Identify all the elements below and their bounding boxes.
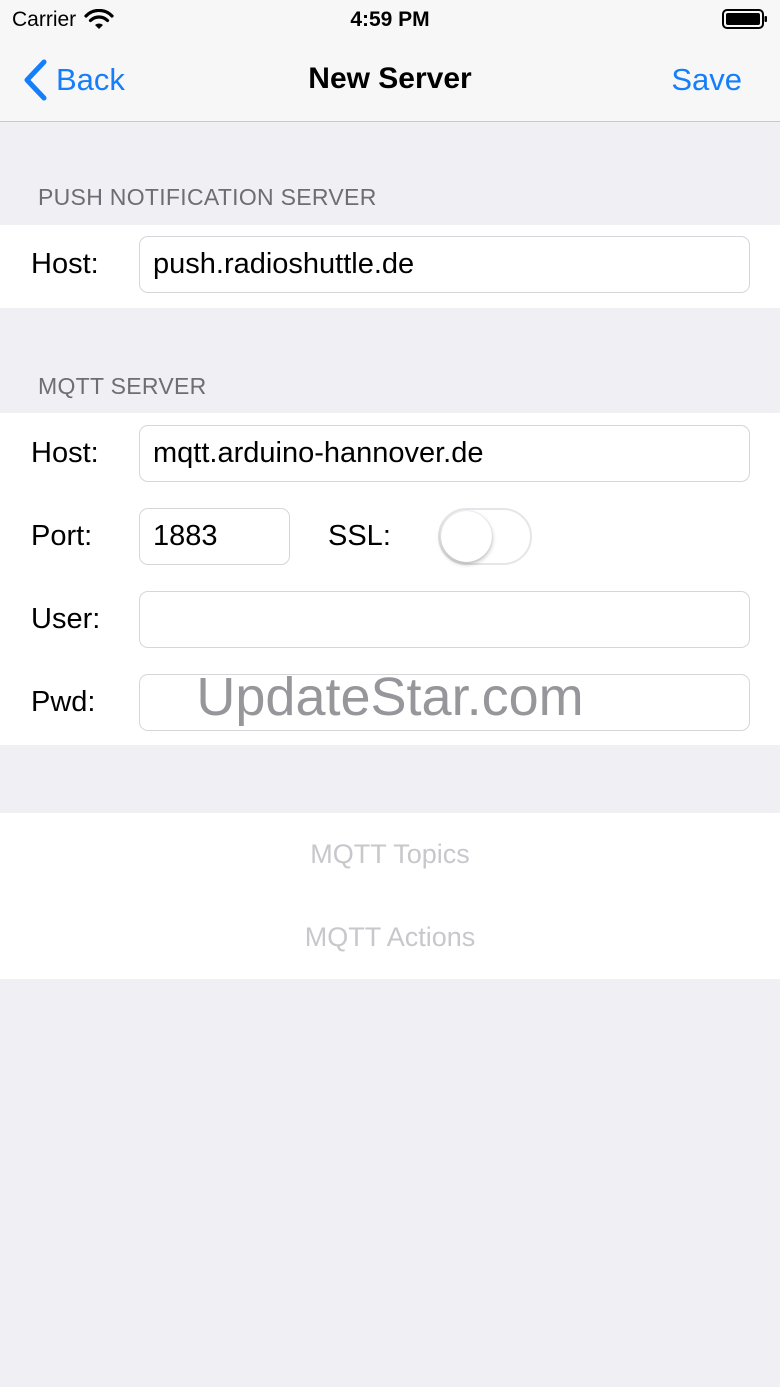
- mqtt-server-group: Host: Port: SSL: User: Pwd:: [0, 413, 780, 745]
- mqtt-pwd-label: Pwd:: [31, 686, 96, 718]
- save-button[interactable]: Save: [671, 62, 742, 98]
- mqtt-topics-button[interactable]: MQTT Topics: [0, 813, 780, 896]
- mqtt-actions-button[interactable]: MQTT Actions: [0, 896, 780, 979]
- ssl-label: SSL:: [328, 520, 391, 552]
- ssl-toggle[interactable]: [438, 508, 532, 565]
- mqtt-section-header: MQTT SERVER: [38, 373, 207, 399]
- status-time: 4:59 PM: [350, 8, 430, 31]
- mqtt-port-label: Port:: [31, 520, 93, 552]
- mqtt-host-input[interactable]: [139, 425, 750, 482]
- mqtt-port-input[interactable]: [139, 508, 290, 565]
- mqtt-user-input[interactable]: [139, 591, 750, 648]
- push-host-input[interactable]: [139, 236, 750, 293]
- navigation-bar: Back New Server Save: [0, 40, 780, 122]
- mqtt-host-label: Host:: [31, 437, 99, 469]
- status-bar: Carrier 4:59 PM: [0, 0, 780, 40]
- mqtt-password-input[interactable]: [139, 674, 750, 731]
- push-server-group: Host:: [0, 225, 780, 308]
- mqtt-user-label: User:: [31, 603, 101, 635]
- ssl-toggle-knob: [441, 511, 492, 562]
- battery-icon: [722, 9, 767, 29]
- push-host-label: Host:: [31, 248, 99, 280]
- page-title: New Server: [308, 62, 472, 95]
- mqtt-links-group: MQTT Topics MQTT Actions: [0, 813, 780, 979]
- push-section-header: PUSH NOTIFICATION SERVER: [38, 184, 377, 210]
